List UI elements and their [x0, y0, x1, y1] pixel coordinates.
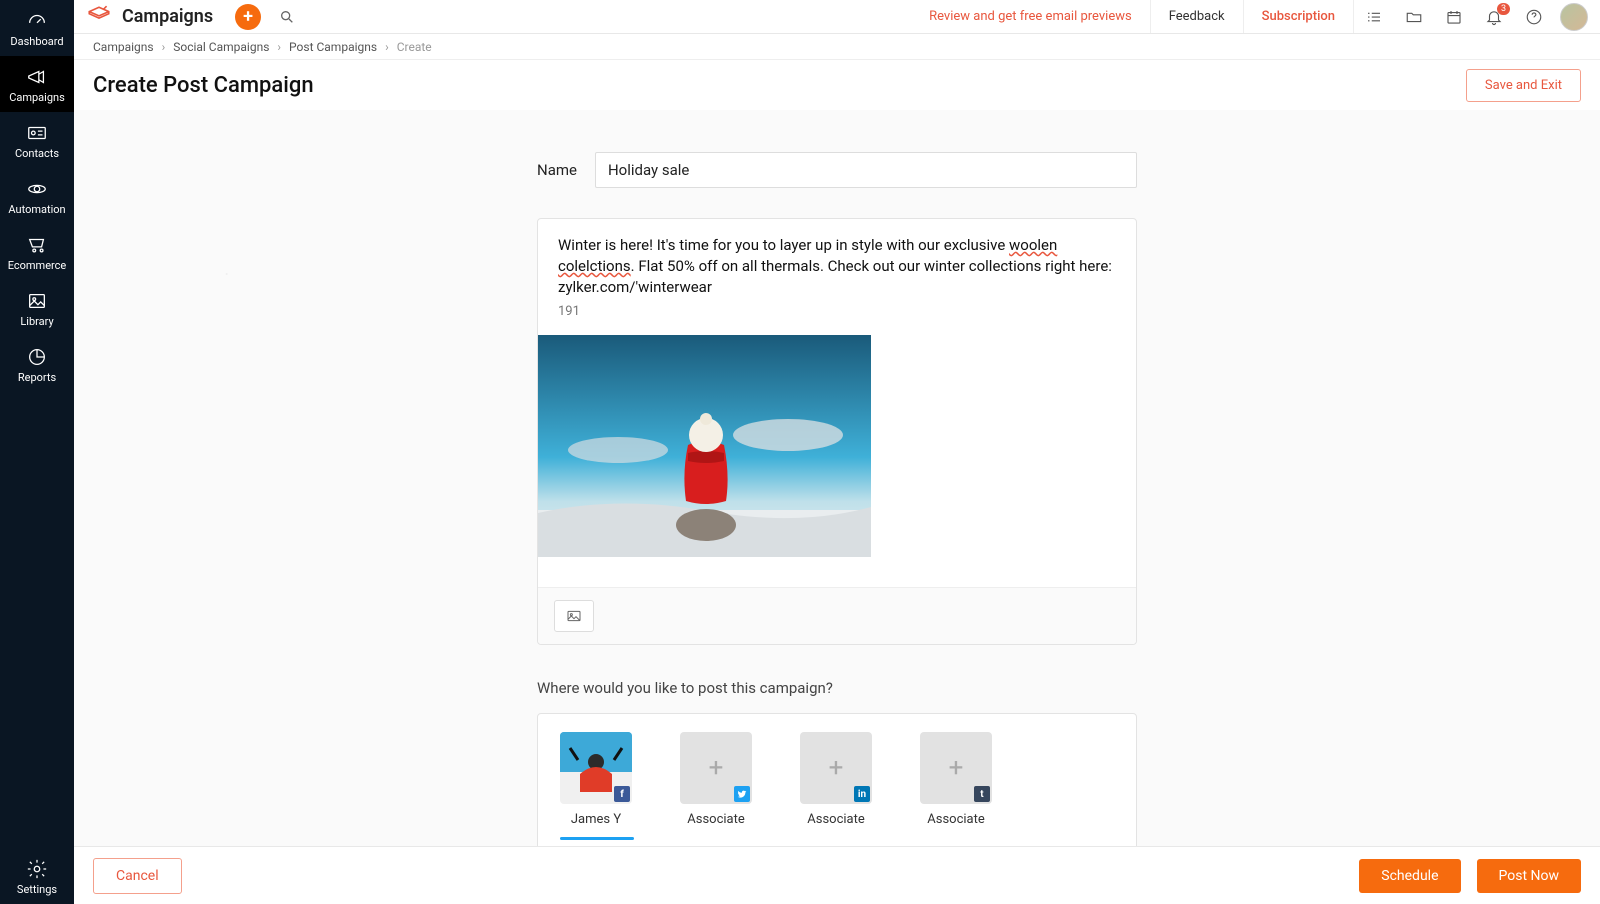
cancel-button[interactable]: Cancel	[93, 858, 182, 894]
save-exit-button[interactable]: Save and Exit	[1466, 69, 1581, 102]
target-tile[interactable]: +t	[920, 732, 992, 804]
target-name: Associate	[687, 812, 745, 827]
sidebar-label: Settings	[17, 883, 57, 896]
campaign-name-input[interactable]	[595, 152, 1137, 188]
bell-icon-button[interactable]: 3	[1474, 0, 1514, 34]
target-tile[interactable]: + in	[800, 732, 872, 804]
crumb-create: Create	[397, 40, 432, 54]
sidebar-item-ecommerce[interactable]: Ecommerce	[0, 224, 74, 280]
plus-icon: +	[829, 753, 844, 783]
search-button[interactable]	[275, 5, 299, 29]
target-tumblr: +t Associate	[920, 732, 992, 840]
topbar: Campaigns + Review and get free email pr…	[74, 0, 1600, 34]
sidebar-item-automation[interactable]: Automation	[0, 168, 74, 224]
calendar-icon	[1445, 8, 1463, 26]
subscription-link[interactable]: Subscription	[1244, 0, 1354, 33]
megaphone-icon	[26, 66, 48, 88]
target-linkedin: + in Associate	[800, 732, 872, 840]
feedback-link[interactable]: Feedback	[1150, 0, 1244, 33]
plus-icon: +	[949, 753, 964, 783]
sidebar-label: Ecommerce	[8, 259, 67, 272]
target-tile[interactable]: f	[560, 732, 632, 804]
orbit-icon	[26, 178, 48, 200]
post-now-button[interactable]: Post Now	[1477, 859, 1582, 893]
tumblr-badge-icon: t	[974, 786, 990, 802]
list-icon	[1365, 8, 1383, 26]
plus-icon: +	[709, 753, 724, 783]
post-content-card: Winter is here! It's time for you to lay…	[537, 218, 1137, 645]
facebook-badge-icon: f	[614, 786, 630, 802]
search-icon	[279, 9, 295, 25]
winter-photo-icon	[538, 335, 871, 557]
breadcrumb: Campaigns› Social Campaigns› Post Campai…	[74, 34, 1600, 60]
sidebar-label: Campaigns	[9, 91, 65, 104]
help-icon-button[interactable]	[1514, 0, 1554, 34]
app-logo-icon	[86, 4, 112, 30]
folder-icon	[1405, 8, 1423, 26]
sidebar-label: Reports	[18, 371, 56, 384]
folder-icon-button[interactable]	[1394, 0, 1434, 34]
sidebar-label: Library	[20, 315, 53, 328]
sidebar-label: Automation	[8, 203, 65, 216]
name-label: Name	[537, 161, 577, 179]
char-count: 191	[538, 298, 1136, 329]
sidebar-label: Dashboard	[10, 35, 63, 48]
image-icon	[26, 290, 48, 312]
sidebar-item-library[interactable]: Library	[0, 280, 74, 336]
id-card-icon	[26, 122, 48, 144]
crumb-campaigns[interactable]: Campaigns	[93, 40, 154, 54]
sidebar-item-contacts[interactable]: Contacts	[0, 112, 74, 168]
active-target-underline	[560, 837, 634, 840]
add-image-button[interactable]	[554, 600, 594, 632]
linkedin-badge-icon: in	[854, 786, 870, 802]
gear-icon	[26, 858, 48, 880]
crumb-social[interactable]: Social Campaigns	[173, 40, 269, 54]
footer: Cancel Schedule Post Now	[74, 846, 1600, 904]
target-tile[interactable]: +	[680, 732, 752, 804]
target-name: James Y	[571, 812, 621, 827]
gauge-icon	[26, 10, 48, 32]
sidebar-item-settings[interactable]: Settings	[0, 848, 74, 904]
target-name: Associate	[807, 812, 865, 827]
post-textarea[interactable]: Winter is here! It's time for you to lay…	[538, 219, 1136, 298]
sidebar-item-reports[interactable]: Reports	[0, 336, 74, 392]
schedule-button[interactable]: Schedule	[1359, 859, 1460, 893]
notification-badge: 3	[1497, 3, 1510, 15]
image-icon	[565, 608, 583, 624]
list-icon-button[interactable]	[1354, 0, 1394, 34]
pie-icon	[26, 346, 48, 368]
twitter-badge-icon	[734, 786, 750, 802]
where-to-post-label: Where would you like to post this campai…	[537, 679, 1137, 697]
sidebar-label: Contacts	[15, 147, 59, 160]
page-title: Create Post Campaign	[93, 73, 314, 98]
user-avatar[interactable]	[1560, 3, 1588, 31]
target-twitter: + Associate	[680, 732, 752, 840]
sidebar-item-dashboard[interactable]: Dashboard	[0, 0, 74, 56]
cart-icon	[26, 234, 48, 256]
page-header: Create Post Campaign Save and Exit	[74, 60, 1600, 110]
target-facebook: f James Y	[560, 732, 632, 840]
review-link[interactable]: Review and get free email previews	[911, 0, 1150, 33]
targets-card: f James Y + Associate +in Associate +t	[537, 713, 1137, 846]
help-icon	[1525, 8, 1543, 26]
main-area: Name Winter is here! It's time for you t…	[74, 110, 1600, 846]
crumb-post[interactable]: Post Campaigns	[289, 40, 377, 54]
new-button[interactable]: +	[235, 4, 261, 30]
attached-image[interactable]	[538, 335, 871, 557]
calendar-icon-button[interactable]	[1434, 0, 1474, 34]
app-title: Campaigns	[122, 6, 213, 27]
sidebar: Dashboard Campaigns Contacts Automation …	[0, 0, 74, 904]
sidebar-item-campaigns[interactable]: Campaigns	[0, 56, 74, 112]
target-name: Associate	[927, 812, 985, 827]
